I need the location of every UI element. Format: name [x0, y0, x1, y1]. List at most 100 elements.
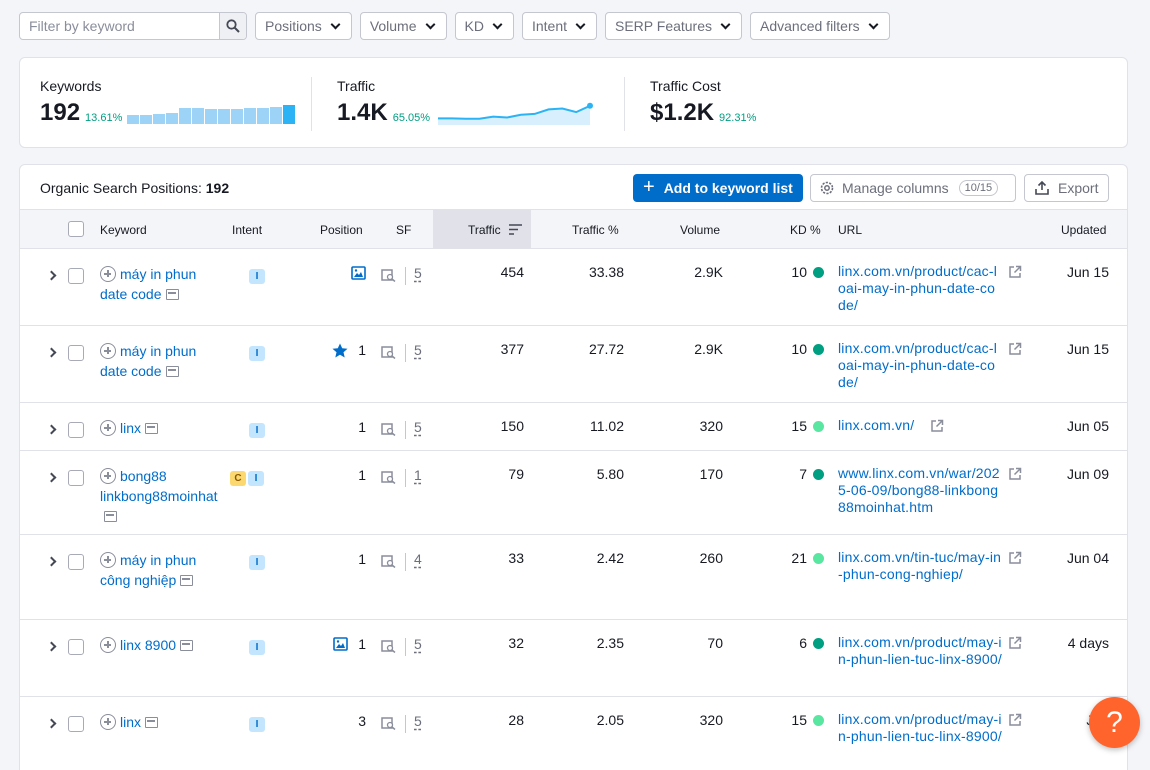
url-link[interactable]: linx.com.vn/ — [838, 417, 1003, 434]
column-header-url[interactable]: URL — [838, 223, 862, 237]
keyword-link[interactable]: linx — [120, 420, 141, 436]
url-link[interactable]: linx.com.vn/tin-tuc/may-in-phun-cong-ngh… — [838, 549, 1003, 583]
table-row[interactable]: linx 8900 I 1 5 32 2.35 70 6 linx.com.vn… — [20, 620, 1127, 697]
serp-features-icon[interactable] — [381, 346, 396, 359]
intent-filter-button[interactable]: Intent — [521, 12, 597, 40]
url-link[interactable]: www.linx.com.vn/war/2025-06-09/bong88-li… — [838, 465, 1003, 516]
add-keyword-icon[interactable] — [100, 343, 116, 359]
serp-features-count[interactable]: 5 — [414, 713, 422, 729]
search-button[interactable] — [219, 13, 246, 39]
add-keyword-icon[interactable] — [100, 468, 116, 484]
external-link-icon[interactable] — [1008, 265, 1022, 279]
serp-features-count[interactable]: 4 — [414, 551, 422, 567]
external-link-icon[interactable] — [1008, 342, 1022, 356]
keyword-link[interactable]: linx — [120, 714, 141, 730]
intent-badge[interactable]: I — [249, 640, 265, 655]
export-button[interactable]: Export — [1024, 174, 1109, 202]
intent-badge[interactable]: C — [230, 471, 246, 486]
column-header-traffic[interactable]: Traffic — [468, 223, 501, 237]
serp-features-count[interactable]: 5 — [414, 265, 422, 281]
add-keyword-icon[interactable] — [100, 420, 116, 436]
serp-features-count[interactable]: 5 — [414, 636, 422, 652]
table-row[interactable]: bong88 linkbong88moinhat CI 1 1 79 5.80 … — [20, 451, 1127, 535]
url-link[interactable]: linx.com.vn/product/may-in-phun-lien-tuc… — [838, 634, 1003, 668]
add-keyword-icon[interactable] — [100, 266, 116, 282]
serp-snapshot-icon[interactable] — [165, 366, 179, 377]
serp-snapshot-icon[interactable] — [145, 423, 159, 434]
expand-row-icon[interactable] — [46, 347, 57, 358]
intent-badge[interactable]: I — [248, 471, 264, 486]
external-link-icon[interactable] — [1008, 713, 1022, 727]
star-icon[interactable] — [332, 343, 348, 358]
column-header-updated[interactable]: Updated — [1061, 223, 1106, 237]
serp-features-icon[interactable] — [381, 269, 396, 282]
serp-features-count[interactable]: 1 — [414, 467, 422, 483]
serp-snapshot-icon[interactable] — [165, 289, 179, 300]
column-header-keyword[interactable]: Keyword — [100, 223, 147, 237]
manage-columns-button[interactable]: Manage columns 10/15 — [810, 174, 1016, 202]
expand-row-icon[interactable] — [46, 718, 57, 729]
intent-badge[interactable]: I — [249, 346, 265, 361]
column-header-traffic-pct[interactable]: Traffic % — [572, 223, 619, 237]
traffic-metric[interactable]: Traffic 1.4K 65.05% — [337, 78, 594, 127]
expand-row-icon[interactable] — [46, 556, 57, 567]
expand-row-icon[interactable] — [46, 270, 57, 281]
row-checkbox[interactable] — [68, 268, 84, 287]
select-all-checkbox[interactable] — [68, 221, 84, 240]
add-keyword-icon[interactable] — [100, 637, 116, 653]
volume-filter-button[interactable]: Volume — [359, 12, 447, 40]
url-link[interactable]: linx.com.vn/product/may-in-phun-lien-tuc… — [838, 711, 1003, 745]
add-keyword-icon[interactable] — [100, 714, 116, 730]
column-header-position[interactable]: Position — [320, 223, 363, 237]
table-row[interactable]: máy in phun date code I 1 5 377 27.72 2.… — [20, 326, 1127, 403]
row-checkbox[interactable] — [68, 470, 84, 489]
column-header-volume[interactable]: Volume — [680, 223, 720, 237]
traffic-cost-metric[interactable]: Traffic Cost $1.2K 92.31% — [650, 78, 756, 127]
row-checkbox[interactable] — [68, 422, 84, 441]
row-checkbox[interactable] — [68, 345, 84, 364]
serp-features-icon[interactable] — [381, 555, 396, 568]
expand-row-icon[interactable] — [46, 641, 57, 652]
serp-features-icon[interactable] — [381, 717, 396, 730]
table-row[interactable]: máy in phun date code I 5 454 33.38 2.9K… — [20, 249, 1127, 326]
image-icon[interactable] — [351, 266, 366, 280]
keyword-link[interactable]: linx 8900 — [120, 637, 176, 653]
table-row[interactable]: linx I 3 5 28 2.05 320 15 linx.com.vn/pr… — [20, 697, 1127, 770]
expand-row-icon[interactable] — [46, 424, 57, 435]
row-checkbox[interactable] — [68, 554, 84, 573]
sort-icon[interactable] — [509, 224, 522, 235]
url-link[interactable]: linx.com.vn/product/cac-loai-may-in-phun… — [838, 340, 1003, 391]
serp-snapshot-icon[interactable] — [145, 717, 159, 728]
add-to-keyword-list-button[interactable]: + Add to keyword list — [633, 174, 803, 202]
table-row[interactable]: linx I 1 5 150 11.02 320 15 linx.com.vn/… — [20, 403, 1127, 451]
external-link-icon[interactable] — [1008, 636, 1022, 650]
serp-snapshot-icon[interactable] — [104, 511, 117, 522]
column-header-intent[interactable]: Intent — [232, 223, 262, 237]
external-link-icon[interactable] — [1008, 467, 1022, 481]
intent-badge[interactable]: I — [249, 269, 265, 284]
table-row[interactable]: máy in phun công nghiệp I 1 4 33 2.42 26… — [20, 535, 1127, 620]
positions-filter-button[interactable]: Positions — [255, 12, 352, 40]
column-header-kd[interactable]: KD % — [790, 223, 821, 237]
column-header-sf[interactable]: SF — [396, 223, 411, 237]
keyword-filter-input[interactable] — [20, 13, 219, 39]
serp-features-icon[interactable] — [381, 423, 396, 436]
serp-snapshot-icon[interactable] — [180, 575, 194, 586]
external-link-icon[interactable] — [1008, 551, 1022, 565]
kd-filter-button[interactable]: KD — [454, 12, 514, 40]
serp-features-icon[interactable] — [381, 471, 396, 484]
row-checkbox[interactable] — [68, 716, 84, 735]
serp-features-count[interactable]: 5 — [414, 342, 422, 358]
image-icon[interactable] — [333, 637, 348, 651]
row-checkbox[interactable] — [68, 639, 84, 658]
add-keyword-icon[interactable] — [100, 552, 116, 568]
serp-features-icon[interactable] — [381, 640, 396, 653]
advanced-filters-button[interactable]: Advanced filters — [750, 12, 890, 40]
intent-badge[interactable]: I — [249, 717, 265, 732]
keyword-link[interactable]: bong88 linkbong88moinhat — [100, 468, 218, 504]
serp-features-count[interactable]: 5 — [414, 419, 422, 435]
intent-badge[interactable]: I — [249, 423, 265, 438]
keywords-metric[interactable]: Keywords 192 13.61% — [40, 78, 296, 127]
intent-badge[interactable]: I — [249, 555, 265, 570]
serp-snapshot-icon[interactable] — [180, 640, 194, 651]
